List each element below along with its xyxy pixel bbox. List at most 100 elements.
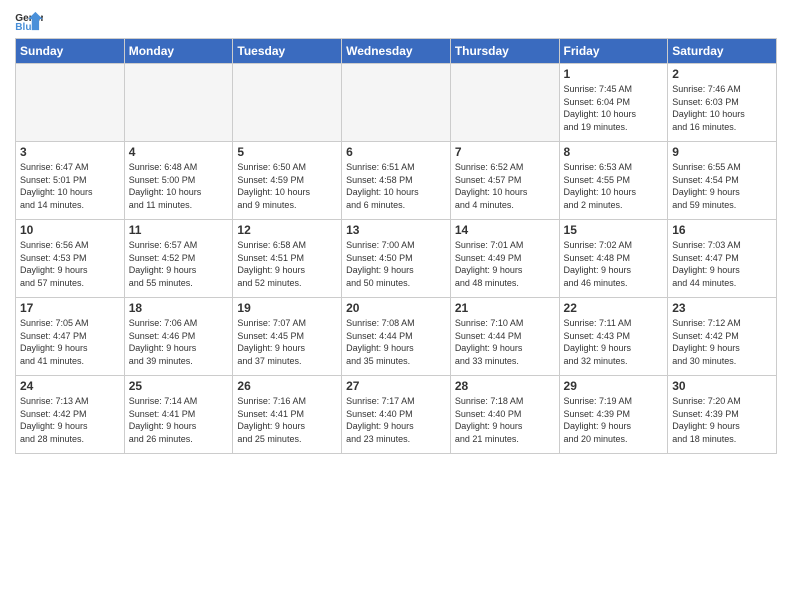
day-info: Sunrise: 7:12 AM Sunset: 4:42 PM Dayligh… <box>672 317 772 367</box>
day-info: Sunrise: 7:17 AM Sunset: 4:40 PM Dayligh… <box>346 395 446 445</box>
calendar-day-cell: 5 Sunrise: 6:50 AM Sunset: 4:59 PM Daylig… <box>233 142 342 220</box>
day-number: 20 <box>346 301 446 315</box>
calendar-day-cell: 29 Sunrise: 7:19 AM Sunset: 4:39 PM Dayli… <box>559 376 668 454</box>
calendar-day-cell: 18 Sunrise: 7:06 AM Sunset: 4:46 PM Dayli… <box>124 298 233 376</box>
day-number: 27 <box>346 379 446 393</box>
calendar-day-cell <box>124 64 233 142</box>
calendar-day-cell: 20 Sunrise: 7:08 AM Sunset: 4:44 PM Dayli… <box>342 298 451 376</box>
calendar-header-monday: Monday <box>124 39 233 64</box>
day-number: 7 <box>455 145 555 159</box>
calendar-day-cell: 24 Sunrise: 7:13 AM Sunset: 4:42 PM Dayli… <box>16 376 125 454</box>
day-number: 24 <box>20 379 120 393</box>
calendar-day-cell: 3 Sunrise: 6:47 AM Sunset: 5:01 PM Daylig… <box>16 142 125 220</box>
day-info: Sunrise: 6:55 AM Sunset: 4:54 PM Dayligh… <box>672 161 772 211</box>
day-number: 30 <box>672 379 772 393</box>
day-number: 17 <box>20 301 120 315</box>
day-info: Sunrise: 7:46 AM Sunset: 6:03 PM Dayligh… <box>672 83 772 133</box>
header: General Blue <box>15 10 777 32</box>
day-number: 14 <box>455 223 555 237</box>
calendar-day-cell: 14 Sunrise: 7:01 AM Sunset: 4:49 PM Dayli… <box>450 220 559 298</box>
calendar-day-cell: 22 Sunrise: 7:11 AM Sunset: 4:43 PM Dayli… <box>559 298 668 376</box>
day-info: Sunrise: 6:48 AM Sunset: 5:00 PM Dayligh… <box>129 161 229 211</box>
calendar-day-cell <box>342 64 451 142</box>
day-number: 29 <box>564 379 664 393</box>
calendar-day-cell: 1 Sunrise: 7:45 AM Sunset: 6:04 PM Daylig… <box>559 64 668 142</box>
calendar-header-tuesday: Tuesday <box>233 39 342 64</box>
day-number: 18 <box>129 301 229 315</box>
day-number: 1 <box>564 67 664 81</box>
day-info: Sunrise: 6:56 AM Sunset: 4:53 PM Dayligh… <box>20 239 120 289</box>
day-number: 22 <box>564 301 664 315</box>
calendar-day-cell: 6Sunrise: 6:51 AM Sunset: 4:58 PM Daylig… <box>342 142 451 220</box>
day-info: Sunrise: 7:14 AM Sunset: 4:41 PM Dayligh… <box>129 395 229 445</box>
day-info: Sunrise: 7:11 AM Sunset: 4:43 PM Dayligh… <box>564 317 664 367</box>
day-number: 26 <box>237 379 337 393</box>
day-info: Sunrise: 7:08 AM Sunset: 4:44 PM Dayligh… <box>346 317 446 367</box>
day-info: Sunrise: 7:05 AM Sunset: 4:47 PM Dayligh… <box>20 317 120 367</box>
day-number: 28 <box>455 379 555 393</box>
day-info: Sunrise: 6:58 AM Sunset: 4:51 PM Dayligh… <box>237 239 337 289</box>
calendar-day-cell: 9 Sunrise: 6:55 AM Sunset: 4:54 PM Daylig… <box>668 142 777 220</box>
calendar-day-cell: 30 Sunrise: 7:20 AM Sunset: 4:39 PM Dayli… <box>668 376 777 454</box>
day-info: Sunrise: 7:19 AM Sunset: 4:39 PM Dayligh… <box>564 395 664 445</box>
calendar-day-cell: 19 Sunrise: 7:07 AM Sunset: 4:45 PM Dayli… <box>233 298 342 376</box>
calendar-day-cell <box>450 64 559 142</box>
day-number: 15 <box>564 223 664 237</box>
day-info: Sunrise: 7:13 AM Sunset: 4:42 PM Dayligh… <box>20 395 120 445</box>
day-info: Sunrise: 7:07 AM Sunset: 4:45 PM Dayligh… <box>237 317 337 367</box>
calendar-header-sunday: Sunday <box>16 39 125 64</box>
day-info: Sunrise: 7:10 AM Sunset: 4:44 PM Dayligh… <box>455 317 555 367</box>
calendar-week-row: 10Sunrise: 6:56 AM Sunset: 4:53 PM Dayli… <box>16 220 777 298</box>
day-number: 16 <box>672 223 772 237</box>
calendar-day-cell: 27 Sunrise: 7:17 AM Sunset: 4:40 PM Dayli… <box>342 376 451 454</box>
calendar-day-cell <box>16 64 125 142</box>
calendar-day-cell: 2Sunrise: 7:46 AM Sunset: 6:03 PM Daylig… <box>668 64 777 142</box>
day-info: Sunrise: 7:45 AM Sunset: 6:04 PM Dayligh… <box>564 83 664 133</box>
day-number: 23 <box>672 301 772 315</box>
calendar-day-cell: 16 Sunrise: 7:03 AM Sunset: 4:47 PM Dayli… <box>668 220 777 298</box>
calendar-header-thursday: Thursday <box>450 39 559 64</box>
calendar-day-cell: 25 Sunrise: 7:14 AM Sunset: 4:41 PM Dayli… <box>124 376 233 454</box>
calendar-day-cell: 17 Sunrise: 7:05 AM Sunset: 4:47 PM Dayli… <box>16 298 125 376</box>
calendar-table: SundayMondayTuesdayWednesdayThursdayFrid… <box>15 38 777 454</box>
day-info: Sunrise: 7:03 AM Sunset: 4:47 PM Dayligh… <box>672 239 772 289</box>
calendar-day-cell: 26 Sunrise: 7:16 AM Sunset: 4:41 PM Dayli… <box>233 376 342 454</box>
day-info: Sunrise: 7:20 AM Sunset: 4:39 PM Dayligh… <box>672 395 772 445</box>
day-info: Sunrise: 7:00 AM Sunset: 4:50 PM Dayligh… <box>346 239 446 289</box>
calendar-day-cell: 28Sunrise: 7:18 AM Sunset: 4:40 PM Dayli… <box>450 376 559 454</box>
day-info: Sunrise: 6:50 AM Sunset: 4:59 PM Dayligh… <box>237 161 337 211</box>
day-info: Sunrise: 6:53 AM Sunset: 4:55 PM Dayligh… <box>564 161 664 211</box>
page-container: General Blue SundayMondayTuesdayWednesda… <box>0 0 792 464</box>
calendar-week-row: 1 Sunrise: 7:45 AM Sunset: 6:04 PM Daylig… <box>16 64 777 142</box>
calendar-day-cell: 7 Sunrise: 6:52 AM Sunset: 4:57 PM Daylig… <box>450 142 559 220</box>
calendar-day-cell: 12 Sunrise: 6:58 AM Sunset: 4:51 PM Dayli… <box>233 220 342 298</box>
day-info: Sunrise: 7:16 AM Sunset: 4:41 PM Dayligh… <box>237 395 337 445</box>
day-number: 19 <box>237 301 337 315</box>
day-number: 12 <box>237 223 337 237</box>
calendar-day-cell: 4Sunrise: 6:48 AM Sunset: 5:00 PM Daylig… <box>124 142 233 220</box>
day-info: Sunrise: 6:47 AM Sunset: 5:01 PM Dayligh… <box>20 161 120 211</box>
calendar-day-cell: 23 Sunrise: 7:12 AM Sunset: 4:42 PM Dayli… <box>668 298 777 376</box>
calendar-header-wednesday: Wednesday <box>342 39 451 64</box>
day-info: Sunrise: 6:57 AM Sunset: 4:52 PM Dayligh… <box>129 239 229 289</box>
day-number: 25 <box>129 379 229 393</box>
day-info: Sunrise: 7:06 AM Sunset: 4:46 PM Dayligh… <box>129 317 229 367</box>
day-info: Sunrise: 7:02 AM Sunset: 4:48 PM Dayligh… <box>564 239 664 289</box>
day-number: 9 <box>672 145 772 159</box>
day-number: 21 <box>455 301 555 315</box>
calendar-header-row: SundayMondayTuesdayWednesdayThursdayFrid… <box>16 39 777 64</box>
logo-icon: General Blue <box>15 10 43 32</box>
calendar-header-saturday: Saturday <box>668 39 777 64</box>
day-info: Sunrise: 6:52 AM Sunset: 4:57 PM Dayligh… <box>455 161 555 211</box>
day-number: 8 <box>564 145 664 159</box>
day-info: Sunrise: 7:01 AM Sunset: 4:49 PM Dayligh… <box>455 239 555 289</box>
calendar-day-cell <box>233 64 342 142</box>
day-number: 11 <box>129 223 229 237</box>
day-number: 3 <box>20 145 120 159</box>
day-number: 13 <box>346 223 446 237</box>
calendar-day-cell: 21 Sunrise: 7:10 AM Sunset: 4:44 PM Dayli… <box>450 298 559 376</box>
calendar-day-cell: 11 Sunrise: 6:57 AM Sunset: 4:52 PM Dayli… <box>124 220 233 298</box>
day-number: 5 <box>237 145 337 159</box>
calendar-header-friday: Friday <box>559 39 668 64</box>
calendar-day-cell: 8 Sunrise: 6:53 AM Sunset: 4:55 PM Daylig… <box>559 142 668 220</box>
